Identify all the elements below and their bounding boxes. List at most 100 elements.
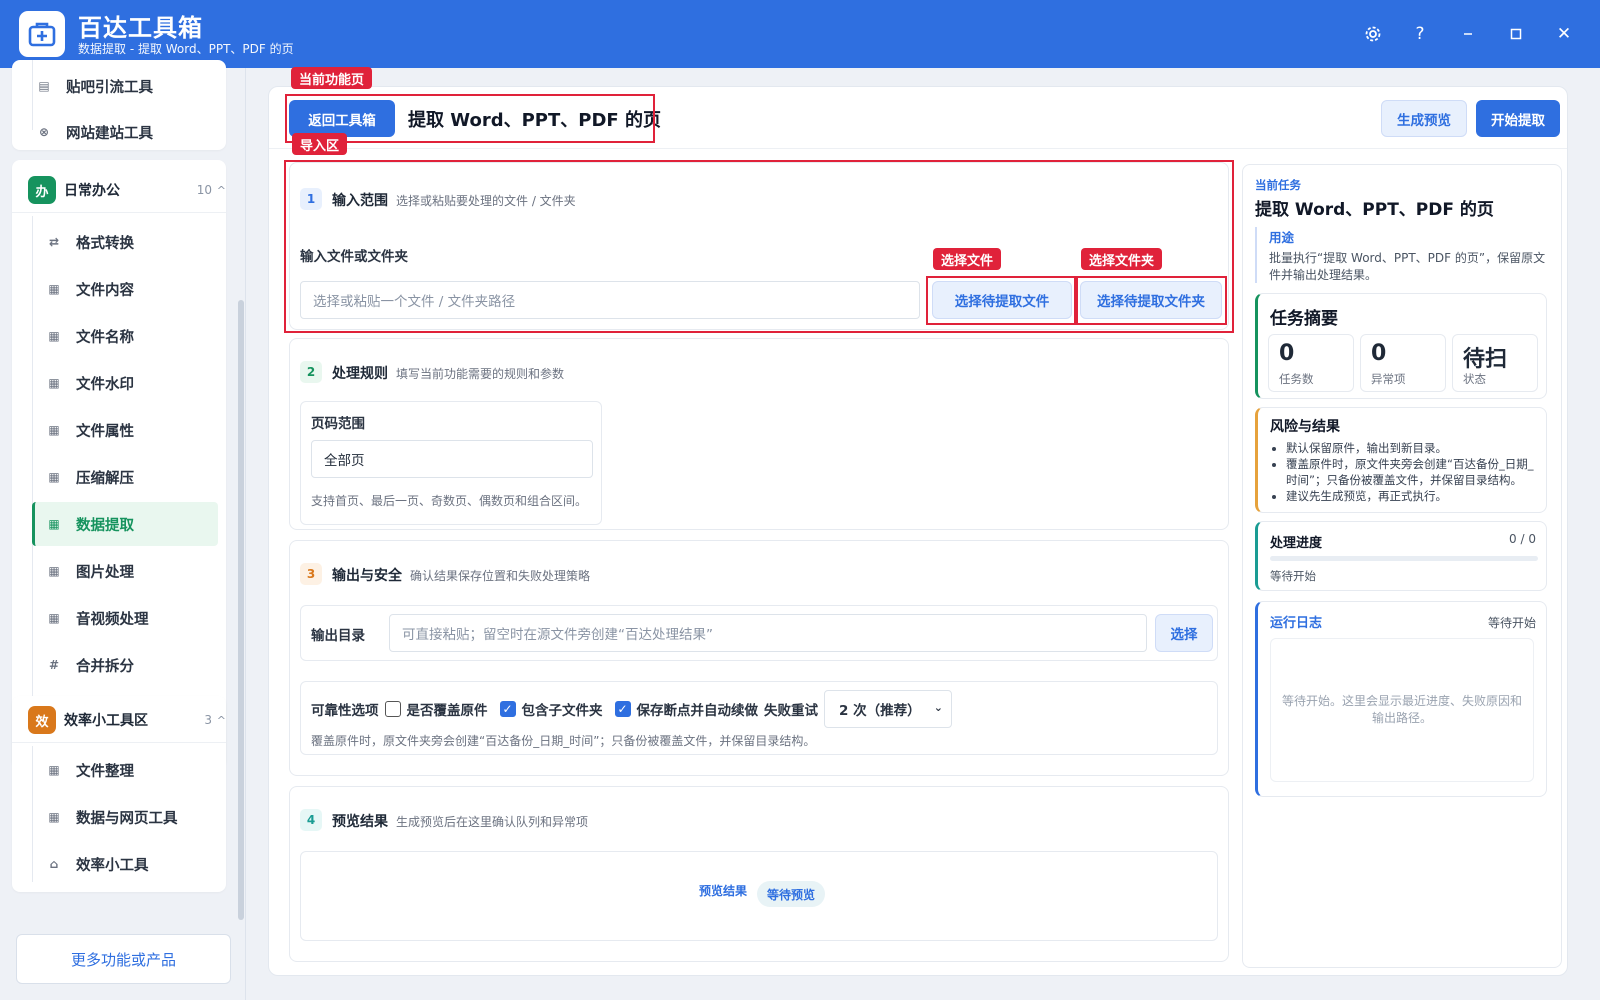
sidebar-item-efficiency-tools[interactable]: ⌂ 效率小工具: [32, 842, 218, 886]
log-title: 运行日志: [1270, 616, 1323, 631]
group-header-efficiency[interactable]: 效 效率小工具区 3 ^: [28, 702, 228, 738]
output-dir-input[interactable]: 可直接粘贴；留空时在源文件旁创建“百达处理结果”: [389, 614, 1147, 652]
grid-icon: ▦: [48, 611, 60, 625]
progress-title: 处理进度: [1270, 536, 1323, 551]
sidebar-item-label: 格式转换: [76, 235, 134, 252]
box-icon: ⌂: [49, 857, 59, 871]
gear-icon[interactable]: [1359, 20, 1387, 48]
retry-label: 失败重试: [764, 703, 818, 719]
annotation-tag-select-file: 选择文件: [933, 248, 1002, 270]
step-description: 确认结果保存位置和失败处理策略: [410, 569, 591, 583]
chevron-down-icon: ⌄: [933, 701, 943, 714]
stat-status: 待扫 状态: [1452, 334, 1538, 392]
reliability-label: 可靠性选项: [311, 703, 379, 719]
progress-count: 0 / 0: [1509, 532, 1536, 546]
sidebar-item-file-name[interactable]: ▦ 文件名称: [32, 314, 218, 358]
app-subtitle: 数据提取 - 提取 Word、PPT、PDF 的页: [78, 42, 294, 56]
sidebar-item-format-convert[interactable]: ⇄ 格式转换: [32, 220, 218, 264]
sidebar-item-label: 文件名称: [76, 329, 134, 346]
sidebar-item-tieba[interactable]: ▤ 贴吧引流工具: [22, 64, 208, 108]
grid-icon: ▦: [48, 376, 60, 390]
help-icon[interactable]: ?: [1406, 20, 1434, 48]
section-rules: 2 处理规则 填写当前功能需要的规则和参数 页码范围 全部页 支持首页、最后一页…: [289, 338, 1229, 530]
preview-label: 预览结果: [699, 884, 748, 898]
sidebar-card-top: ▤ 贴吧引流工具 ⊗ 网站建站工具: [12, 60, 226, 150]
sidebar-item-data-extract[interactable]: ▦ 数据提取: [32, 502, 218, 546]
sidebar-item-watermark[interactable]: ▦ 文件水印: [32, 361, 218, 405]
step-title: 输出与安全: [332, 568, 402, 584]
page-range-label: 页码范围: [311, 416, 365, 432]
usage-text: 批量执行“提取 Word、PPT、PDF 的页”，保留原文件并输出处理结果。: [1269, 251, 1546, 282]
title-bar: 百达工具箱 数据提取 - 提取 Word、PPT、PDF 的页 ? ✕: [0, 0, 1600, 68]
choose-output-button[interactable]: 选择: [1155, 614, 1213, 652]
usage-block: 用途 批量执行“提取 Word、PPT、PDF 的页”，保留原文件并输出处理结果…: [1255, 227, 1547, 283]
group-badge: 效: [28, 706, 56, 734]
minimize-icon[interactable]: [1454, 20, 1482, 48]
current-task-label: 当前任务: [1255, 178, 1301, 192]
risk-item: 覆盖原件时，原文件夹旁会创建“百达备份_日期_时间”；只备份被覆盖文件，并保留目…: [1286, 456, 1542, 488]
annotation-tag-select-folder: 选择文件夹: [1081, 248, 1163, 270]
output-dir-label: 输出目录: [311, 628, 365, 644]
usage-label: 用途: [1269, 230, 1295, 245]
resume-checkbox[interactable]: ✓: [614, 701, 631, 717]
app-title: 百达工具箱: [78, 14, 203, 42]
sidebar-item-label: 图片处理: [76, 564, 134, 581]
swap-icon: ⇄: [48, 235, 60, 249]
stat-label: 状态: [1463, 372, 1486, 386]
stat-exception-count: 0 异常项: [1360, 334, 1446, 392]
grid-icon: ▦: [48, 810, 60, 824]
log-status: 等待开始: [1487, 616, 1536, 630]
sidebar-item-file-organize[interactable]: ▦ 文件整理: [32, 748, 218, 792]
group-title: 效率小工具区: [64, 713, 148, 729]
subfolders-checkbox[interactable]: ✓: [499, 701, 516, 717]
task-info-panel: 当前任务 提取 Word、PPT、PDF 的页 用途 批量执行“提取 Word、…: [1242, 164, 1562, 968]
sidebar-scrollbar[interactable]: [238, 300, 244, 920]
sidebar-item-file-content[interactable]: ▦ 文件内容: [32, 267, 218, 311]
retry-select[interactable]: 2 次（推荐） ⌄: [824, 690, 952, 728]
grid-icon: ▦: [48, 282, 60, 296]
sidebar-item-label: 效率小工具: [76, 857, 149, 874]
sidebar-item-data-web[interactable]: ▦ 数据与网页工具: [32, 795, 218, 839]
sidebar-item-website[interactable]: ⊗ 网站建站工具: [22, 110, 208, 154]
app-logo-icon: [19, 11, 65, 57]
sidebar-item-file-attributes[interactable]: ▦ 文件属性: [32, 408, 218, 452]
risk-item: 默认保留原件，输出到新目录。: [1286, 440, 1542, 456]
step-description: 填写当前功能需要的规则和参数: [396, 367, 565, 381]
grid-icon: ▦: [48, 517, 60, 531]
hash-icon: #: [48, 658, 60, 672]
risk-item: 建议先生成预览，再正式执行。: [1286, 488, 1542, 504]
stat-label: 任务数: [1279, 372, 1314, 386]
annotation-tag-current-page: 当前功能页: [291, 67, 373, 89]
preview-area: 预览结果 等待预览: [300, 851, 1218, 941]
sidebar-item-audio-video[interactable]: ▦ 音视频处理: [32, 596, 218, 640]
page-range-card: 页码范围 全部页 支持首页、最后一页、奇数页、偶数页和组合区间。: [300, 401, 602, 525]
stat-value: 待扫: [1463, 347, 1508, 372]
overwrite-checkbox[interactable]: [384, 701, 401, 717]
grid-icon: ▦: [48, 470, 60, 484]
grid-icon: ▦: [48, 423, 60, 437]
run-log-card: 运行日志 等待开始 等待开始。这里会显示最近进度、失败原因和输出路径。: [1255, 601, 1547, 797]
sidebar-group-efficiency: 效 效率小工具区 3 ^ ▦ 文件整理 ▦ 数据与网页工具 ⌂ 效率小工具: [12, 696, 226, 892]
sidebar-item-compress[interactable]: ▦ 压缩解压: [32, 455, 218, 499]
overwrite-label: 是否覆盖原件: [406, 703, 488, 719]
sidebar-item-image[interactable]: ▦ 图片处理: [32, 549, 218, 593]
step-number: 4: [300, 809, 322, 831]
page-range-input[interactable]: 全部页: [311, 440, 593, 478]
generate-preview-button[interactable]: 生成预览: [1381, 100, 1467, 137]
sidebar-item-merge-split[interactable]: # 合并拆分: [32, 643, 218, 687]
grid-icon: ▦: [48, 564, 60, 578]
close-icon[interactable]: ✕: [1550, 20, 1578, 48]
maximize-icon[interactable]: [1502, 20, 1530, 48]
annotation-tag-import-area: 导入区: [292, 133, 348, 155]
sidebar-item-label: 数据与网页工具: [76, 810, 178, 827]
more-features-button[interactable]: 更多功能或产品: [16, 934, 231, 984]
sidebar-item-label: 文件属性: [76, 423, 134, 440]
sidebar-item-label: 文件水印: [76, 376, 134, 393]
progress-card: 处理进度 0 / 0 等待开始: [1255, 521, 1547, 591]
sidebar-item-label: 数据提取: [76, 517, 134, 534]
start-extract-button[interactable]: 开始提取: [1476, 100, 1560, 137]
task-summary-card: 任务摘要 0 任务数 0 异常项 待扫 状态: [1255, 293, 1547, 399]
group-header-office[interactable]: 办 日常办公 10 ^: [28, 172, 228, 208]
sidebar-item-label: 贴吧引流工具: [66, 79, 153, 96]
step-description: 生成预览后在这里确认队列和异常项: [396, 815, 589, 829]
